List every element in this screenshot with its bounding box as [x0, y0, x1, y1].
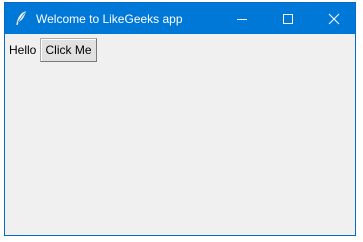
maximize-button[interactable]	[265, 3, 311, 34]
title-bar[interactable]: Welcome to LikeGeeks app	[5, 3, 355, 34]
window-title: Welcome to LikeGeeks app	[36, 12, 183, 26]
window-client-area: Hello Click Me	[5, 34, 355, 235]
close-icon	[328, 13, 340, 25]
hello-label: Hello	[9, 43, 37, 57]
app-window: Welcome to LikeGeeks app Hello Click Me	[4, 2, 356, 236]
maximize-icon	[283, 14, 293, 24]
close-button[interactable]	[311, 3, 357, 34]
minimize-icon	[237, 19, 247, 20]
click-me-button[interactable]: Click Me	[40, 38, 97, 62]
minimize-button[interactable]	[219, 3, 265, 34]
feather-icon	[13, 10, 29, 26]
